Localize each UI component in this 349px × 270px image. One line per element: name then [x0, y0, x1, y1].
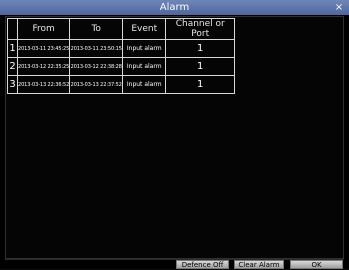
table-header-row: From To Event Channel or Port: [7, 18, 236, 40]
row-to: 2013-03-12 22:38:28: [69, 57, 124, 76]
row-channel: 1: [165, 39, 236, 58]
row-event: Input alarm: [122, 57, 167, 76]
header-event: Event: [122, 18, 167, 40]
row-to: 2013-03-13 22:37:52: [69, 75, 124, 94]
row-index: 3: [7, 75, 18, 94]
ok-button[interactable]: OK: [290, 260, 343, 269]
window-title: Alarm: [159, 2, 190, 13]
row-index: 2: [7, 57, 18, 76]
row-channel: 1: [165, 57, 236, 76]
close-icon[interactable]: ×: [333, 0, 345, 15]
alarm-window: Alarm × From To Event Channel or Port 1 …: [0, 0, 349, 269]
header-channel: Channel or Port: [165, 18, 236, 40]
header-to: To: [69, 18, 124, 40]
row-event: Input alarm: [122, 75, 167, 94]
row-from: 2013-03-13 22:36:52: [16, 75, 71, 94]
table-row[interactable]: 1 2013-03-11 23:45:25 2013-03-11 23:50:1…: [7, 39, 236, 58]
row-to: 2013-03-11 23:50:15: [69, 39, 124, 58]
row-from: 2013-03-12 22:35:25: [16, 57, 71, 76]
row-index: 1: [7, 39, 18, 58]
clear-alarm-button[interactable]: Clear Alarm: [234, 260, 284, 269]
alarm-table: From To Event Channel or Port 1 2013-03-…: [7, 18, 236, 94]
row-event: Input alarm: [122, 39, 167, 58]
row-from: 2013-03-11 23:45:25: [16, 39, 71, 58]
alarm-list-panel: From To Event Channel or Port 1 2013-03-…: [5, 16, 344, 259]
table-row[interactable]: 3 2013-03-13 22:36:52 2013-03-13 22:37:5…: [7, 75, 236, 94]
row-channel: 1: [165, 75, 236, 94]
defence-off-button[interactable]: Defence Off: [176, 260, 229, 269]
table-row[interactable]: 2 2013-03-12 22:35:25 2013-03-12 22:38:2…: [7, 57, 236, 76]
header-index: [7, 18, 18, 40]
title-bar[interactable]: Alarm ×: [0, 0, 349, 15]
header-from: From: [16, 18, 71, 40]
